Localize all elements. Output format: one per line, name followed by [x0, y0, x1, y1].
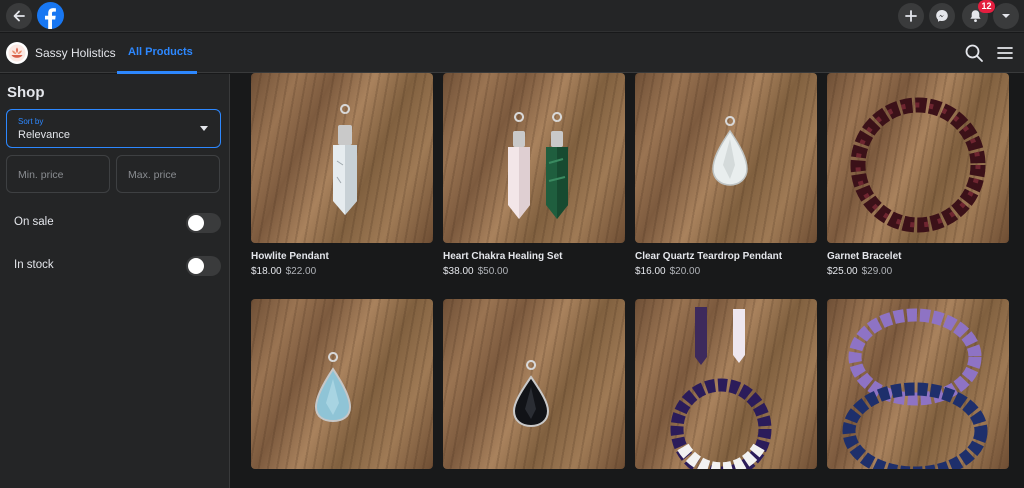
product-name[interactable]: Garnet Bracelet [827, 251, 901, 262]
search-button[interactable] [964, 43, 984, 63]
back-arrow-icon [13, 10, 25, 22]
product-prices: $16.00 $20.00 [635, 266, 700, 277]
tab-label: All Products [128, 46, 193, 58]
facebook-top-bar: 12 [0, 0, 1024, 32]
product-image-clear-quartz-teardrop[interactable] [635, 73, 817, 243]
back-button[interactable] [6, 3, 32, 29]
product-name[interactable]: Howlite Pendant [251, 251, 329, 262]
product-image-amethyst-lapis-bracelets[interactable] [827, 299, 1009, 469]
sort-by-label: Sort by [18, 117, 44, 126]
on-sale-filter: On sale [0, 211, 230, 235]
plus-icon [905, 10, 917, 22]
in-stock-label: In stock [14, 259, 54, 271]
max-price-placeholder: Max. price [128, 169, 177, 181]
product-image-heart-chakra-set[interactable] [443, 73, 625, 243]
page-name[interactable]: Sassy Holistics [35, 46, 116, 60]
shop-filter-sidebar: Shop Sort by Relevance Min. price Max. p… [0, 74, 230, 488]
product-prices: $38.00 $50.00 [443, 266, 508, 277]
product-image-obsidian-teardrop[interactable] [443, 299, 625, 469]
dropdown-caret-icon [200, 126, 208, 131]
product-image-howlite-pendant[interactable] [251, 73, 433, 243]
on-sale-label: On sale [14, 216, 54, 228]
tab-all-products[interactable]: All Products [117, 33, 197, 74]
in-stock-toggle[interactable] [186, 256, 221, 276]
sale-price: $18.00 [251, 266, 282, 277]
toggle-knob [188, 215, 204, 231]
sale-price: $38.00 [443, 266, 474, 277]
sort-by-value: Relevance [18, 129, 70, 141]
messenger-button[interactable] [929, 3, 955, 29]
create-button[interactable] [898, 3, 924, 29]
product-name[interactable]: Clear Quartz Teardrop Pendant [635, 251, 782, 262]
product-image-garnet-bracelet[interactable] [827, 73, 1009, 243]
lotus-logo-icon [8, 44, 26, 62]
product-prices: $25.00 $29.00 [827, 266, 892, 277]
page-header: Sassy Holistics All Products [0, 33, 1024, 74]
notification-count-badge: 12 [978, 0, 995, 13]
product-image-aquamarine-teardrop[interactable] [251, 299, 433, 469]
sort-by-dropdown[interactable]: Sort by Relevance [6, 109, 221, 148]
sale-price: $16.00 [635, 266, 666, 277]
shop-heading: Shop [7, 84, 45, 101]
page-avatar[interactable] [6, 42, 28, 64]
menu-button[interactable] [996, 44, 1014, 62]
search-icon [965, 44, 983, 62]
min-price-input[interactable]: Min. price [6, 155, 110, 193]
original-price: $20.00 [669, 266, 701, 277]
original-price: $29.00 [861, 266, 893, 277]
facebook-logo-icon[interactable] [37, 2, 64, 29]
messenger-icon [936, 10, 948, 22]
min-price-placeholder: Min. price [18, 169, 64, 181]
account-caret-icon [1002, 14, 1010, 18]
sale-price: $25.00 [827, 266, 858, 277]
max-price-input[interactable]: Max. price [116, 155, 220, 193]
original-price: $22.00 [285, 266, 317, 277]
product-prices: $18.00 $22.00 [251, 266, 316, 277]
on-sale-toggle[interactable] [186, 213, 221, 233]
in-stock-filter: In stock [0, 254, 230, 278]
product-image-amethyst-set[interactable] [635, 299, 817, 469]
product-name[interactable]: Heart Chakra Healing Set [443, 251, 563, 262]
toggle-knob [188, 258, 204, 274]
original-price: $50.00 [477, 266, 509, 277]
account-menu-button[interactable] [993, 3, 1019, 29]
hamburger-menu-icon [997, 47, 1013, 59]
